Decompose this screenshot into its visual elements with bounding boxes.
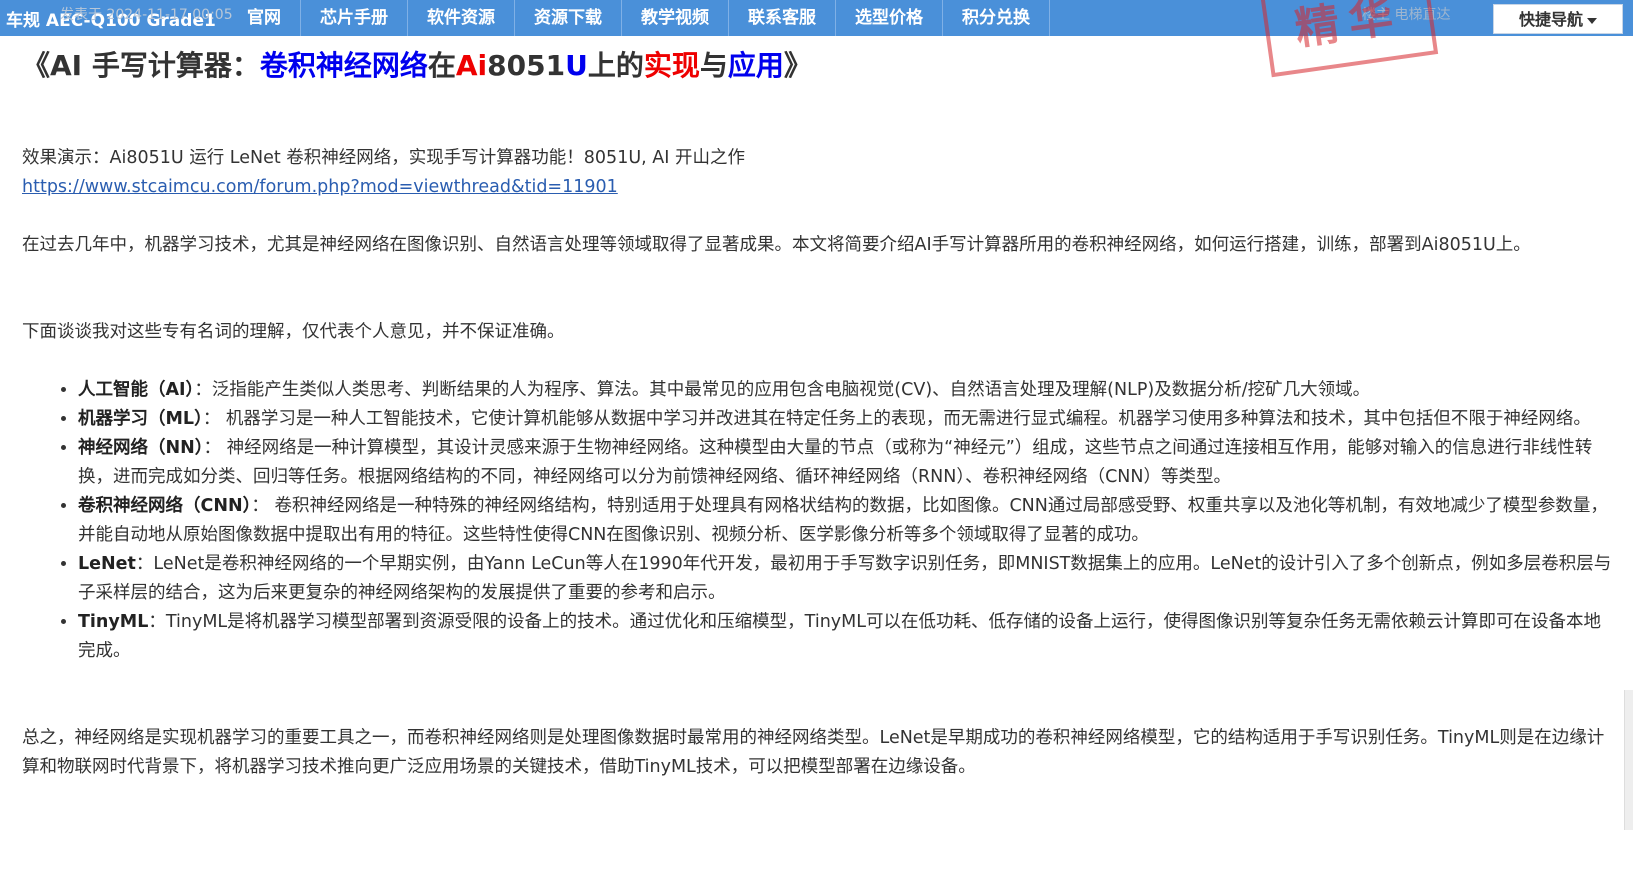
terms-intro: 下面谈谈我对这些专有名词的理解，仅代表个人意见，并不保证准确。 xyxy=(22,322,565,342)
list-item: 神经网络（NN）： 神经网络是一种计算模型，其设计灵感来源于生物神经网络。这种模… xyxy=(78,434,1612,492)
nav-item-support[interactable]: 联系客服 xyxy=(729,0,836,36)
title-part: U xyxy=(565,49,588,82)
title-part: 与 xyxy=(699,49,728,82)
term-name: 机器学习（ML） xyxy=(78,409,203,429)
nav-item-software[interactable]: 软件资源 xyxy=(408,0,515,36)
title-part: 《AI 手写计算器： xyxy=(22,49,260,82)
term-desc: 神经网络是一种计算模型，其设计灵感来源于生物神经网络。这种模型由大量的节点（或称… xyxy=(78,438,1593,487)
term-sep: ： xyxy=(202,409,226,429)
post-title: 《AI 手写计算器：卷积神经网络在Ai8051U上的实现与应用》 xyxy=(22,40,1612,92)
term-sep: ： xyxy=(251,496,275,516)
list-item: TinyML：TinyML是将机器学习模型部署到资源受限的设备上的技术。通过优化… xyxy=(78,608,1612,666)
term-sep: ： xyxy=(194,380,212,400)
term-name: LeNet xyxy=(78,554,136,574)
term-desc: 泛指能产生类似人类思考、判断结果的人为程序、算法。其中最常见的应用包含电脑视觉(… xyxy=(211,380,1371,400)
title-part: 上的 xyxy=(587,49,644,82)
term-desc: 机器学习是一种人工智能技术，它使计算机能够从数据中学习并改进其在特定任务上的表现… xyxy=(225,409,1591,429)
quick-nav-button[interactable]: 快捷导航 xyxy=(1493,4,1623,34)
term-name: TinyML xyxy=(78,612,149,632)
list-item: LeNet：LeNet是卷积神经网络的一个早期实例，由Yann LeCun等人在… xyxy=(78,550,1612,608)
title-part: Ai xyxy=(455,49,488,82)
nav-item-downloads[interactable]: 资源下载 xyxy=(515,0,622,36)
title-part: 》 xyxy=(783,49,812,82)
title-part: 卷积神经网络 xyxy=(259,49,428,82)
post-date-ghost: 发表于 2024-11-17 00:05 xyxy=(60,7,233,23)
term-desc: LeNet是卷积神经网络的一个早期实例，由Yann LeCun等人在1990年代… xyxy=(78,554,1612,603)
scrollbar[interactable] xyxy=(1624,690,1633,830)
title-part: 应用 xyxy=(727,49,784,82)
term-sep: ： xyxy=(135,554,154,574)
post-content: 《AI 手写计算器：卷积神经网络在Ai8051U上的实现与应用》 效果演示：Ai… xyxy=(22,40,1612,782)
term-desc: 卷积神经网络是一种特殊的神经网络结构，特别适用于处理具有网格状结构的数据，比如图… xyxy=(78,496,1608,545)
list-item: 卷积神经网络（CNN）： 卷积神经网络是一种特殊的神经网络结构，特别适用于处理具… xyxy=(78,492,1612,550)
list-item: 机器学习（ML）： 机器学习是一种人工智能技术，它使计算机能够从数据中学习并改进… xyxy=(78,405,1612,434)
nav-item-points[interactable]: 积分兑换 xyxy=(943,0,1050,36)
term-name: 神经网络（NN） xyxy=(78,438,204,458)
term-sep: ： xyxy=(203,438,227,458)
conclusion-paragraph: 总之，神经网络是实现机器学习的重要工具之一，而卷积神经网络则是处理图像数据时最常… xyxy=(22,728,1605,777)
nav-item-official-site[interactable]: 官网 xyxy=(228,0,301,36)
quick-nav-label: 快捷导航 xyxy=(1518,10,1583,29)
term-name: 人工智能（AI） xyxy=(78,380,195,400)
term-name: 卷积神经网络（CNN） xyxy=(78,496,252,516)
nav-item-chip-manual[interactable]: 芯片手册 xyxy=(301,0,408,36)
nav-item-videos[interactable]: 教学视频 xyxy=(622,0,729,36)
title-part: 在 xyxy=(427,49,456,82)
nav-item-pricing[interactable]: 选型价格 xyxy=(836,0,943,36)
terms-list: 人工智能（AI）：泛指能产生类似人类思考、判断结果的人为程序、算法。其中最常见的… xyxy=(22,376,1612,666)
title-part: 实现 xyxy=(643,49,700,82)
intro-paragraph: 在过去几年中，机器学习技术，尤其是神经网络在图像识别、自然语言处理等领域取得了显… xyxy=(22,235,1531,255)
term-desc: TinyML是将机器学习模型部署到资源受限的设备上的技术。通过优化和压缩模型，T… xyxy=(78,612,1601,661)
term-sep: ： xyxy=(148,612,166,632)
demo-link[interactable]: https://www.stcaimcu.com/forum.php?mod=v… xyxy=(22,177,618,197)
chevron-down-icon xyxy=(1587,17,1597,24)
demo-line: 效果演示：Ai8051U 运行 LeNet 卷积神经网络，实现手写计算器功能！8… xyxy=(22,148,745,168)
title-part: 8051 xyxy=(487,49,566,82)
list-item: 人工智能（AI）：泛指能产生类似人类思考、判断结果的人为程序、算法。其中最常见的… xyxy=(78,376,1612,405)
